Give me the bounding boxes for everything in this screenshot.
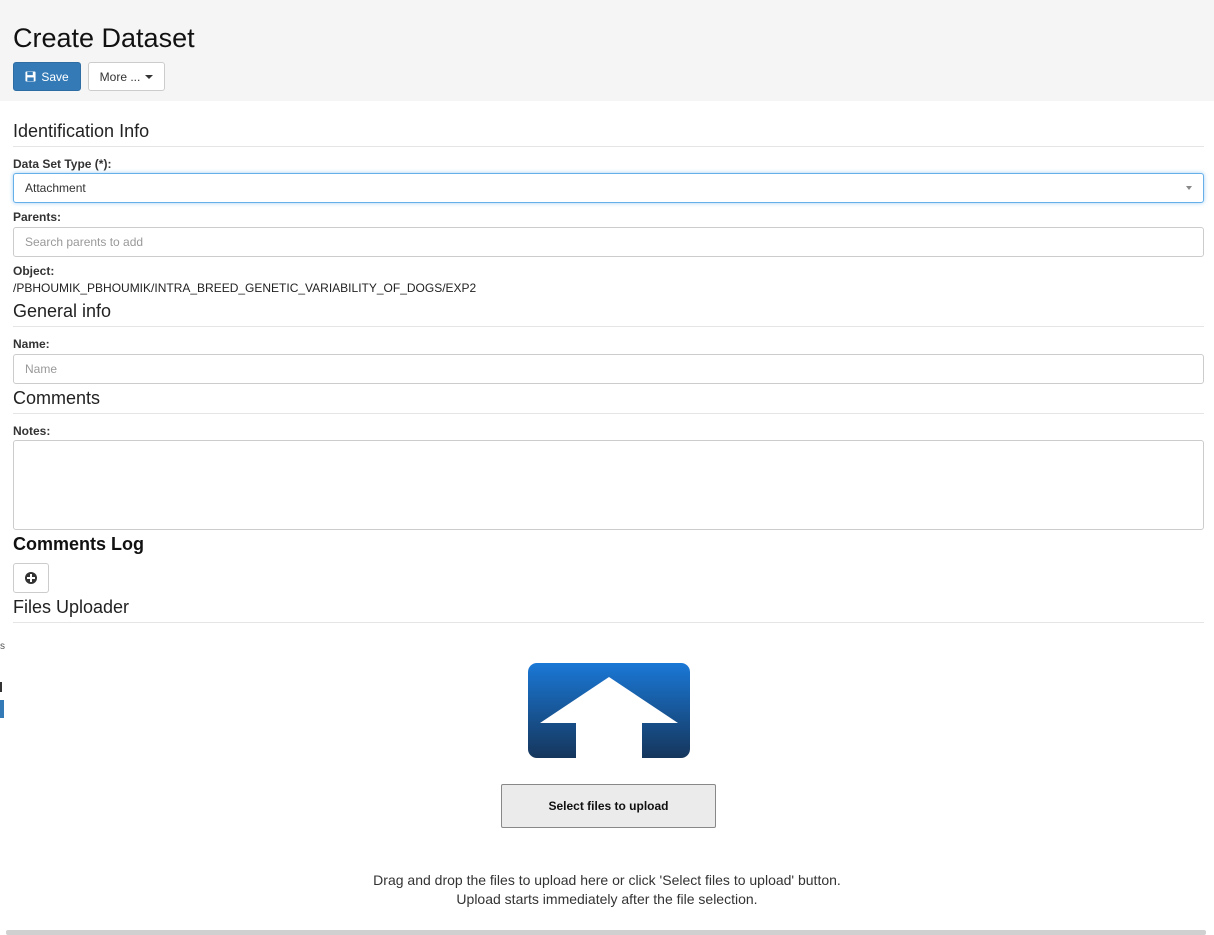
section-divider [13, 146, 1204, 147]
name-placeholder: Name [25, 362, 58, 376]
left-edge-fragment [0, 682, 2, 692]
notes-label: Notes: [13, 424, 51, 438]
comments-log-title: Comments Log [13, 534, 145, 554]
section-divider [13, 326, 1204, 327]
object-path: /PBHOUMIK_PBHOUMIK/INTRA_BREED_GENETIC_V… [13, 281, 477, 295]
upload-arrow-icon [528, 663, 690, 758]
upload-hint-line1: Drag and drop the files to upload here o… [373, 872, 841, 888]
object-label: Object: [13, 264, 55, 278]
floppy-disk-icon [25, 71, 36, 82]
parents-placeholder: Search parents to add [25, 235, 144, 249]
section-divider [13, 622, 1204, 623]
left-edge-fragment [0, 700, 4, 718]
caret-down-icon [145, 74, 154, 79]
more-button-label: More ... [99, 69, 141, 84]
dataset-type-label: Data Set Type (*): [13, 157, 112, 171]
page-title: Create Dataset [13, 23, 195, 53]
left-edge-fragment: s [0, 641, 5, 652]
plus-circle-icon [25, 572, 37, 584]
save-button-label: Save [41, 69, 69, 84]
add-comment-button[interactable] [13, 563, 49, 593]
identification-section-title: Identification Info [13, 121, 150, 141]
notes-textarea[interactable] [13, 440, 1204, 530]
dataset-type-select[interactable]: Attachment [13, 173, 1204, 203]
parents-label: Parents: [13, 210, 62, 224]
upload-hint-line2: Upload starts immediately after the file… [456, 891, 758, 907]
section-divider [13, 413, 1204, 414]
name-input[interactable]: Name [13, 354, 1204, 384]
more-dropdown-button[interactable]: More ... [88, 62, 165, 91]
horizontal-scrollbar[interactable] [6, 930, 1206, 935]
name-label: Name: [13, 337, 50, 351]
select-files-button[interactable]: Select files to upload [501, 784, 716, 828]
dataset-type-value: Attachment [25, 181, 86, 195]
uploader-section-title: Files Uploader [13, 597, 130, 617]
save-button[interactable]: Save [13, 62, 81, 91]
page-header: Create Dataset Save More ... [0, 0, 1214, 101]
comments-section-title: Comments [13, 388, 101, 408]
chevron-down-icon [1186, 186, 1192, 190]
general-section-title: General info [13, 301, 112, 321]
parents-search-input[interactable]: Search parents to add [13, 227, 1204, 257]
